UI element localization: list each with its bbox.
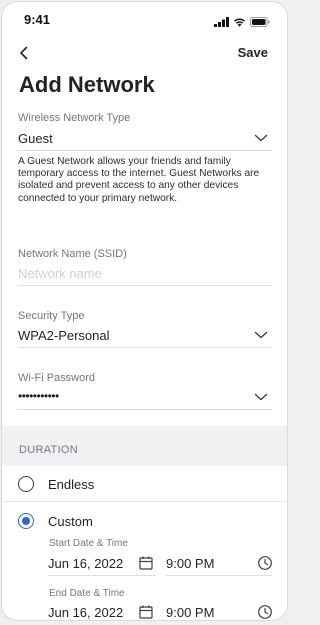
clock-icon[interactable] [257, 555, 273, 571]
page-title: Add Network [19, 72, 155, 97]
guest-network-description: A Guest Network allows your friends and … [18, 156, 260, 204]
save-button[interactable]: Save [238, 45, 268, 60]
back-button[interactable] [15, 43, 33, 63]
end-time-value: 9:00 PM [166, 605, 215, 620]
status-icons [214, 14, 270, 32]
chevron-down-icon[interactable] [254, 392, 268, 402]
network-type-underline [18, 150, 272, 151]
radio-label-endless: Endless [48, 477, 95, 492]
start-date-value: Jun 16, 2022 [48, 556, 124, 571]
ssid-label: Network Name (SSID) [18, 248, 127, 260]
wifi-password-value: ••••••••••• [18, 389, 59, 403]
divider [2, 501, 287, 502]
wifi-password-underline [18, 409, 272, 410]
calendar-icon[interactable] [138, 604, 154, 620]
calendar-icon[interactable] [138, 555, 154, 571]
security-type-value: WPA2-Personal [18, 328, 110, 343]
start-time-value: 9:00 PM [166, 556, 215, 571]
start-date-underline [48, 575, 156, 576]
start-time-underline [166, 575, 272, 576]
radio-endless[interactable] [18, 476, 34, 492]
network-type-label: Wireless Network Type [18, 112, 131, 124]
clock-icon[interactable] [257, 604, 273, 620]
duration-header: DURATION [19, 444, 79, 456]
ssid-input[interactable]: Network name [18, 266, 102, 281]
status-time: 9:41 [24, 12, 51, 27]
chevron-left-icon [20, 46, 28, 60]
end-datetime-label: End Date & Time [49, 588, 125, 599]
nav-bar: Save [2, 40, 287, 68]
security-type-label: Security Type [18, 310, 85, 322]
radio-custom[interactable] [18, 513, 34, 529]
signal-icon [214, 14, 229, 32]
ssid-underline [18, 285, 272, 286]
radio-label-custom: Custom [48, 514, 93, 529]
wifi-password-label: Wi-Fi Password [18, 372, 96, 384]
battery-icon [250, 14, 270, 32]
network-type-value: Guest [18, 131, 53, 146]
chevron-down-icon[interactable] [254, 133, 268, 143]
start-datetime-label: Start Date & Time [49, 538, 128, 549]
status-bar: 9:41 [2, 2, 287, 38]
phone-screen: 9:41 Save Add Network Wireless Network T… [1, 1, 288, 621]
security-type-underline [18, 347, 272, 348]
wifi-icon [233, 14, 246, 32]
chevron-down-icon[interactable] [254, 330, 268, 340]
end-date-value: Jun 16, 2022 [48, 605, 124, 620]
